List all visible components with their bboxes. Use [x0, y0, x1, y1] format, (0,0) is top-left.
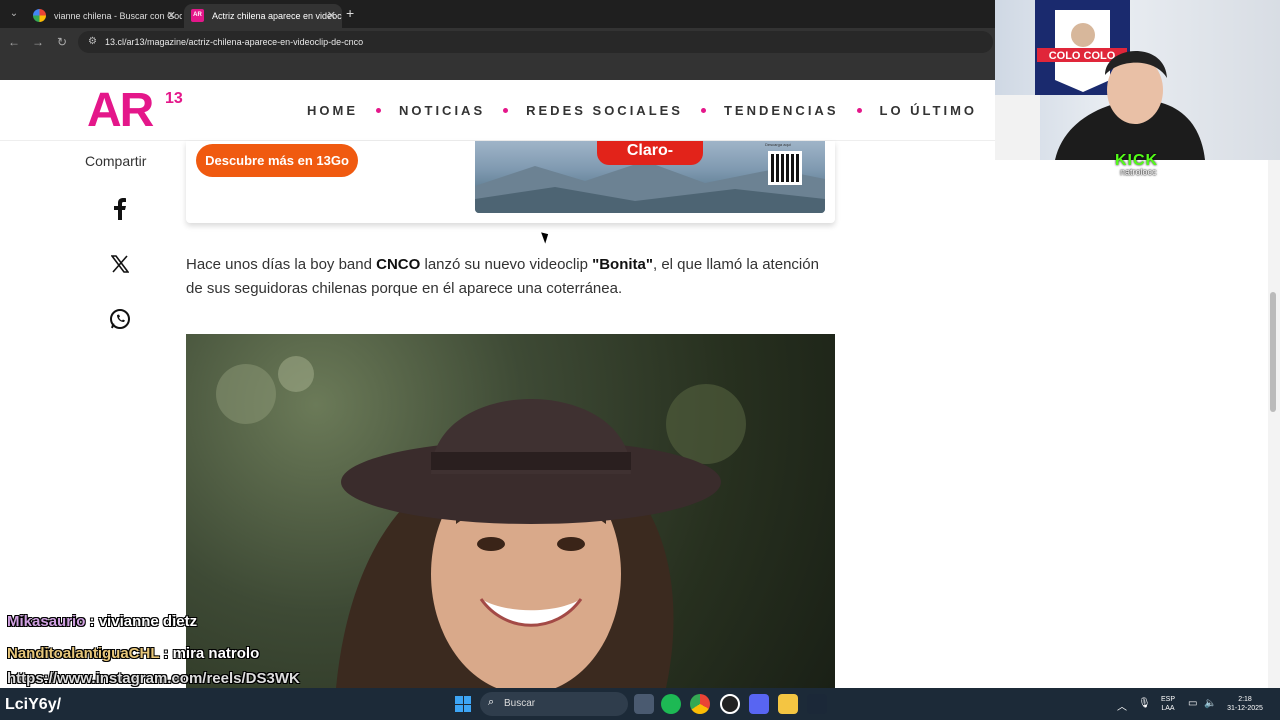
band-name: CNCO: [376, 256, 421, 273]
chat-text: mira natrolo: [172, 645, 260, 662]
chat-message: Mikasaurio : vivianne dietz: [7, 613, 197, 630]
obs-icon[interactable]: [720, 694, 740, 714]
qr-code-icon: [768, 151, 802, 185]
nav-separator: [700, 108, 706, 113]
new-tab-icon[interactable]: +: [346, 6, 354, 20]
woman-in-hat-photo: [216, 356, 746, 688]
tab-article[interactable]: AR Actriz chilena aparece en videoc ✕: [184, 4, 342, 28]
url-text: 13.cl/ar13/magazine/actriz-chilena-apare…: [105, 37, 364, 47]
chat-link: https://www.instagram.com/reels/DS3WK: [7, 670, 300, 687]
spotify-icon[interactable]: [661, 694, 681, 714]
x-icon[interactable]: [108, 252, 132, 276]
network-icon[interactable]: ▭: [1188, 698, 1197, 709]
keyboard-layout: LAA: [1161, 705, 1175, 712]
scrollbar-thumb[interactable]: [1270, 292, 1276, 412]
whatsapp-icon[interactable]: [108, 307, 132, 331]
site-info-icon[interactable]: ⚙: [88, 36, 98, 48]
clock[interactable]: 2:18 31-12-2025: [1222, 695, 1268, 713]
steam-icon[interactable]: [807, 694, 827, 714]
chrome-icon[interactable]: [690, 694, 710, 714]
chat-separator: :: [85, 613, 99, 630]
chat-text: vivianne dietz: [98, 613, 198, 630]
discord-icon[interactable]: [749, 694, 769, 714]
nav-redes-sociales[interactable]: REDES SOCIALES: [526, 103, 683, 118]
close-icon[interactable]: ✕: [167, 4, 176, 28]
overlay-text: LciY6y/: [5, 696, 62, 713]
main-nav: HOME NOTICIAS REDES SOCIALES TENDENCIAS …: [307, 80, 977, 141]
site-header: AR 13 HOME NOTICIAS REDES SOCIALES TENDE…: [0, 80, 995, 141]
tab-title: Actriz chilena aparece en videoc: [212, 11, 342, 21]
song-title: "Bonita": [592, 256, 653, 273]
webcam-video: COLO COLO: [995, 0, 1205, 160]
microphone-icon[interactable]: 🎙: [1138, 698, 1151, 709]
logo-superscript: 13: [165, 90, 183, 107]
article-photo[interactable]: [186, 334, 835, 688]
chat-message: NanditoalantiguaCHL : mira natrolo: [7, 645, 259, 662]
clock-date: 31-12-2025: [1227, 705, 1263, 712]
nav-lo-ultimo[interactable]: LO ÚLTIMO: [880, 103, 978, 118]
chat-username: Mikasaurio: [7, 613, 86, 630]
file-explorer-icon[interactable]: [778, 694, 798, 714]
chat-username: NanditoalantiguaCHL: [7, 645, 160, 662]
taskbar: ⌕ Buscar ︿ 🎙 ESP LAA ▭ 🔈 2:18 31-12-2025: [0, 688, 1280, 720]
nav-tendencias[interactable]: TENDENCIAS: [724, 103, 839, 118]
nav-separator: [503, 108, 509, 113]
ar13-favicon-icon: AR: [191, 9, 204, 22]
reload-icon[interactable]: ↻: [54, 34, 70, 50]
page-scrollbar[interactable]: [1268, 160, 1280, 688]
tab-search-icon[interactable]: ⌄: [6, 6, 22, 22]
webcam-banner-text: COLO COLO: [1049, 50, 1116, 62]
close-icon[interactable]: ✕: [327, 4, 336, 28]
search-label: Buscar: [504, 698, 536, 709]
volume-icon[interactable]: 🔈: [1204, 698, 1216, 709]
forward-icon[interactable]: →: [30, 34, 46, 50]
taskbar-search[interactable]: ⌕ Buscar: [480, 692, 628, 716]
google-icon: [33, 9, 46, 22]
webcam-overlay: COLO COLO: [995, 0, 1280, 160]
text-segment: lanzó su nuevo videoclip: [420, 256, 593, 273]
url-field[interactable]: ⚙ 13.cl/ar13/magazine/actriz-chilena-apa…: [78, 31, 993, 53]
share-label: Compartir: [85, 153, 147, 169]
tab-google-search[interactable]: vianne chilena - Buscar con Goo ✕: [26, 4, 182, 28]
search-icon: ⌕: [488, 696, 495, 708]
chevron-up-icon[interactable]: ︿: [1117, 698, 1127, 713]
nav-noticias[interactable]: NOTICIAS: [399, 103, 485, 118]
claro-logo: Claro-: [597, 141, 703, 165]
nav-home[interactable]: HOME: [307, 103, 358, 118]
text-segment: Hace unos días la boy band: [186, 256, 377, 273]
chat-separator: :: [159, 645, 173, 662]
windows-start-icon[interactable]: [455, 696, 471, 712]
language-indicator[interactable]: ESP LAA: [1158, 695, 1178, 713]
back-icon[interactable]: ←: [6, 34, 22, 50]
nav-separator: [856, 108, 862, 113]
task-view-icon[interactable]: [634, 694, 654, 714]
tab-title: vianne chilena - Buscar con Goo: [54, 11, 182, 21]
site-logo[interactable]: AR 13: [87, 87, 183, 135]
promo-banner-image[interactable]: Claro- Descarga aquí: [475, 141, 825, 213]
chat-message: https://www.instagram.com/reels/DS3WK: [7, 670, 300, 687]
promo-card: Descubre más en 13Go Claro- Descarga aqu…: [186, 141, 835, 223]
kick-username: natrolocc: [1120, 167, 1157, 177]
logo-text: AR: [87, 84, 154, 137]
screen: ⌄ vianne chilena - Buscar con Goo ✕ AR A…: [0, 0, 1280, 720]
clock-time: 2:18: [1238, 696, 1252, 703]
qr-label: Descarga aquí: [765, 142, 792, 147]
facebook-icon[interactable]: [108, 197, 132, 221]
language-code: ESP: [1160, 696, 1175, 703]
article-paragraph: Hace unos días la boy band CNCO lanzó su…: [186, 253, 836, 301]
discover-13go-button[interactable]: Descubre más en 13Go: [196, 144, 358, 177]
mouse-cursor-icon: [541, 230, 551, 244]
nav-separator: [376, 108, 381, 113]
